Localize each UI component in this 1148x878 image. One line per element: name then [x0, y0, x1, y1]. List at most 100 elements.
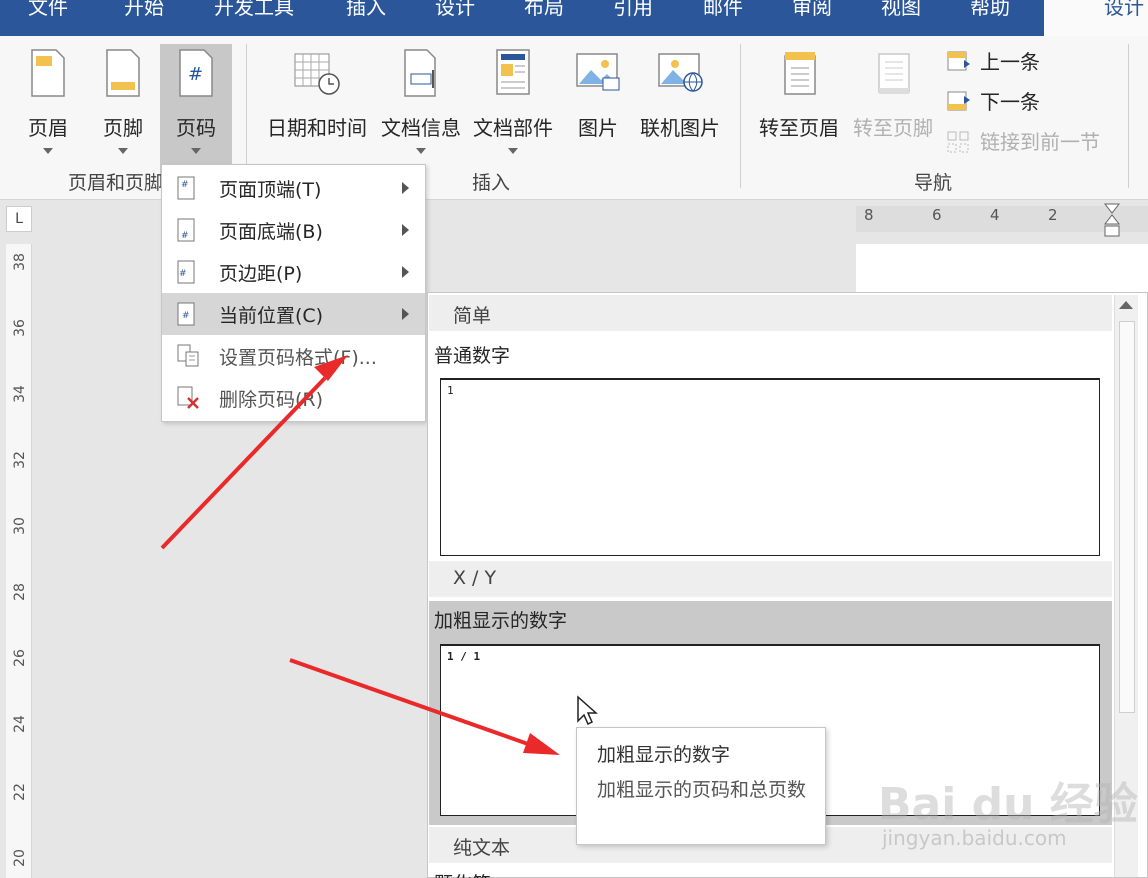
ruler-label: 22 [12, 783, 28, 801]
tab-developer[interactable]: 开发工具 [214, 0, 294, 20]
submenu-arrow-icon [402, 308, 409, 320]
group-label-header-footer: 页眉和页脚 [68, 172, 164, 194]
section-header-label: 简单 [453, 305, 492, 327]
svg-text:#: # [188, 64, 203, 85]
tooltip: 加粗显示的数字 加粗显示的页码和总页数 [576, 727, 826, 845]
picture-button[interactable]: 图片 [568, 44, 628, 186]
tab-view[interactable]: 视图 [881, 0, 921, 20]
current-position-icon: # [177, 302, 195, 326]
goto-footer-icon [878, 53, 910, 94]
svg-text:#: # [181, 231, 189, 241]
menu-item-label: 设置页码格式(F)... [219, 347, 377, 369]
tab-header-footer-design[interactable]: 设计 [1104, 0, 1144, 20]
group-label-navigation: 导航 [914, 172, 953, 194]
menu-item-label: 页面底端(B) [219, 221, 323, 243]
ruler-label: 32 [12, 451, 28, 469]
picture-button-label: 图片 [578, 116, 618, 140]
chevron-down-icon [191, 148, 201, 154]
svg-text:#: # [181, 180, 189, 190]
page-top-icon: # [177, 176, 195, 200]
chevron-down-icon [416, 148, 426, 154]
page-number-menu: # 页面顶端(T) # 页面底端(B) # 页边距(P) # 当前位置(C) 设… [161, 164, 426, 422]
gallery-item-title: 颗化符 [434, 869, 491, 878]
ribbon-tab-bar: 文件 开始 开发工具 插入 设计 布局 引用 邮件 审阅 视图 帮助 设计 [0, 0, 1148, 36]
ruler-label: 20 [12, 849, 28, 867]
menu-item-page-margin[interactable]: # 页边距(P) [162, 251, 425, 293]
scrollbar-thumb[interactable] [1119, 321, 1135, 713]
tab-design[interactable]: 设计 [435, 0, 475, 20]
footer-icon [106, 49, 140, 97]
link-icon [947, 131, 969, 153]
submenu-arrow-icon [402, 182, 409, 194]
chevron-down-icon [118, 148, 128, 154]
quick-parts-icon [496, 49, 530, 95]
goto-footer-label: 转至页脚 [853, 116, 933, 140]
gallery-item-title: 加粗显示的数字 [434, 610, 568, 632]
page-bottom-icon: # [177, 218, 195, 242]
header-button[interactable]: 页眉 [20, 44, 76, 186]
svg-text:#: # [179, 269, 187, 279]
chevron-down-icon [508, 148, 518, 154]
quick-parts-button[interactable]: 文档部件 [468, 44, 558, 186]
chevron-down-icon [43, 148, 53, 154]
page-number-sample: 1 [447, 384, 454, 397]
menu-item-label: 页边距(P) [219, 263, 303, 285]
previous-label: 上一条 [980, 50, 1040, 74]
menu-item-label: 页面顶端(T) [219, 179, 322, 201]
tab-review[interactable]: 审阅 [792, 0, 832, 20]
footer-button[interactable]: 页脚 [95, 44, 151, 186]
tooltip-description: 加粗显示的页码和总页数 [597, 779, 807, 801]
online-picture-button[interactable]: 联机图片 [634, 44, 726, 186]
menu-item-remove-page-number[interactable]: 删除页码(R) [162, 377, 425, 419]
menu-item-page-top[interactable]: # 页面顶端(T) [162, 167, 425, 209]
next-label: 下一条 [980, 90, 1040, 114]
gallery-section-header: 简单 [429, 295, 1112, 331]
footer-button-label: 页脚 [103, 116, 143, 140]
quick-parts-button-label: 文档部件 [473, 116, 553, 140]
previous-icon [947, 51, 970, 71]
ruler-label: 2 [1048, 206, 1058, 224]
goto-header-label: 转至页眉 [759, 116, 839, 140]
menu-item-label: 删除页码(R) [219, 389, 324, 411]
horizontal-ruler[interactable]: 8 6 4 2 [856, 203, 1148, 237]
gallery-item-plain-number[interactable]: 1 [440, 378, 1100, 556]
ruler-label: 36 [12, 319, 28, 337]
gallery-item-title: 普通数字 [434, 345, 511, 367]
ruler-label: 26 [12, 649, 28, 667]
ruler-label: 28 [12, 583, 28, 601]
group-separator [740, 44, 741, 188]
tab-help[interactable]: 帮助 [970, 0, 1010, 20]
submenu-arrow-icon [402, 266, 409, 278]
tab-insert[interactable]: 插入 [346, 0, 386, 20]
tab-file[interactable]: 文件 [28, 0, 68, 20]
tab-mailings[interactable]: 邮件 [703, 0, 743, 20]
ruler-label: 4 [990, 206, 1000, 224]
gallery-section-header: X / Y [429, 561, 1112, 597]
goto-header-button[interactable]: 转至页眉 [754, 44, 844, 186]
tab-selector[interactable]: L [6, 206, 32, 232]
ruler-label: 24 [12, 715, 28, 733]
section-header-label: X / Y [453, 567, 497, 589]
remove-page-number-icon [177, 386, 199, 409]
scroll-up-icon[interactable] [1119, 301, 1133, 309]
vertical-ruler[interactable]: 38 36 34 32 30 28 26 24 22 20 [6, 244, 32, 878]
baidu-watermark: Bai du 经验 [878, 779, 1138, 830]
menu-item-current-position[interactable]: # 当前位置(C) [162, 293, 425, 335]
group-label-insert: 插入 [472, 172, 511, 194]
menu-item-page-bottom[interactable]: # 页面底端(B) [162, 209, 425, 251]
indent-marker-icon[interactable] [1102, 202, 1122, 246]
page-number-icon: # [179, 49, 213, 97]
tab-layout[interactable]: 布局 [524, 0, 564, 20]
submenu-arrow-icon [402, 224, 409, 236]
ruler-label: 34 [12, 385, 28, 403]
document-info-icon [404, 49, 436, 97]
format-page-number-icon [177, 344, 199, 367]
page-number-sample: 1 / 1 [447, 650, 481, 663]
menu-item-format-page-number[interactable]: 设置页码格式(F)... [162, 335, 425, 377]
next-icon [947, 91, 970, 111]
date-time-button-label: 日期和时间 [267, 116, 367, 140]
goto-footer-button[interactable]: 转至页脚 [848, 44, 938, 186]
date-time-icon [294, 53, 340, 95]
tab-references[interactable]: 引用 [613, 0, 653, 20]
tab-home[interactable]: 开始 [124, 0, 164, 20]
